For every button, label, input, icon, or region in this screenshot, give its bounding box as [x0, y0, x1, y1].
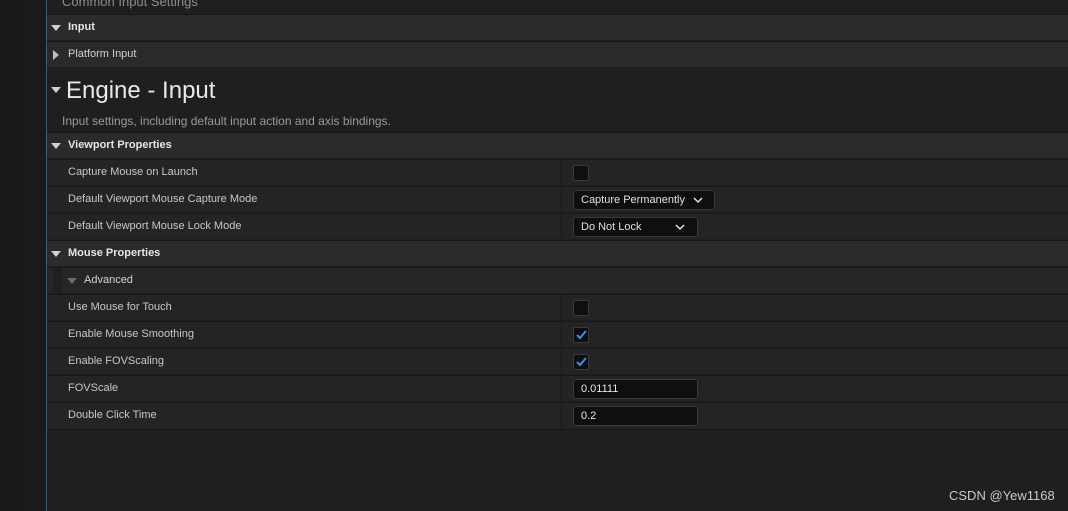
- fov-scale-value: 0.01111: [581, 383, 619, 395]
- checkmark-icon: [576, 357, 587, 367]
- property-row-use-mouse-for-touch: Use Mouse for Touch: [47, 294, 1068, 321]
- column-divider[interactable]: [561, 214, 562, 240]
- viewport-properties-label: Viewport Properties: [68, 139, 172, 151]
- property-label: Enable FOVScaling: [68, 355, 164, 367]
- column-divider[interactable]: [561, 187, 562, 213]
- column-divider[interactable]: [561, 322, 562, 348]
- column-divider[interactable]: [561, 376, 562, 402]
- property-row-fov-scale: FOVScale 0.01111: [47, 375, 1068, 402]
- section-input[interactable]: Input: [47, 14, 1068, 40]
- property-label: Enable Mouse Smoothing: [68, 328, 194, 340]
- column-divider[interactable]: [561, 295, 562, 321]
- mouse-properties-label: Mouse Properties: [68, 247, 161, 259]
- property-row-lock-mode: Default Viewport Mouse Lock Mode Do Not …: [47, 213, 1068, 240]
- use-mouse-for-touch-checkbox[interactable]: [573, 300, 589, 316]
- capture-mode-value: Capture Permanently: [581, 194, 685, 206]
- double-click-time-value: 0.2: [581, 410, 597, 422]
- property-label: Double Click Time: [68, 409, 157, 421]
- common-input-settings-title: Common Input Settings: [62, 0, 198, 9]
- column-divider[interactable]: [561, 349, 562, 375]
- fov-scale-input[interactable]: 0.01111: [573, 379, 698, 399]
- capture-mode-dropdown[interactable]: Capture Permanently: [573, 190, 715, 210]
- checkmark-icon: [576, 330, 587, 340]
- property-row-enable-mouse-smoothing: Enable Mouse Smoothing: [47, 321, 1068, 348]
- section-viewport-properties[interactable]: Viewport Properties: [47, 132, 1068, 158]
- column-divider[interactable]: [561, 403, 562, 429]
- property-label: FOVScale: [68, 382, 119, 394]
- lock-mode-dropdown[interactable]: Do Not Lock: [573, 217, 698, 237]
- collapse-arrow-icon[interactable]: [51, 87, 61, 93]
- property-label: Default Viewport Mouse Capture Mode: [68, 193, 258, 205]
- property-row-capture-mouse-on-launch: Capture Mouse on Launch: [47, 159, 1068, 186]
- property-row-capture-mode: Default Viewport Mouse Capture Mode Capt…: [47, 186, 1068, 213]
- indent-bar: [53, 268, 62, 294]
- engine-input-title: Engine - Input: [66, 77, 216, 104]
- section-mouse-properties[interactable]: Mouse Properties: [47, 240, 1068, 266]
- enable-mouse-smoothing-checkbox[interactable]: [573, 327, 589, 343]
- chevron-down-icon: [675, 224, 685, 231]
- lock-mode-value: Do Not Lock: [581, 221, 642, 233]
- expand-arrow-icon[interactable]: [53, 50, 59, 60]
- enable-fov-scaling-checkbox[interactable]: [573, 354, 589, 370]
- section-platform-input-label: Platform Input: [68, 48, 137, 60]
- property-label: Default Viewport Mouse Lock Mode: [68, 220, 242, 232]
- watermark: CSDN @Yew1168: [949, 488, 1055, 503]
- capture-mouse-on-launch-checkbox[interactable]: [573, 165, 589, 181]
- group-advanced[interactable]: Advanced: [47, 267, 1068, 294]
- collapse-arrow-icon[interactable]: [51, 143, 61, 149]
- advanced-label: Advanced: [84, 274, 133, 286]
- chevron-down-icon: [693, 197, 703, 204]
- property-row-enable-fov-scaling: Enable FOVScaling: [47, 348, 1068, 375]
- collapse-arrow-icon[interactable]: [51, 251, 61, 257]
- property-row-double-click-time: Double Click Time 0.2: [47, 402, 1068, 430]
- left-gap: [22, 0, 46, 511]
- section-platform-input[interactable]: Platform Input: [47, 41, 1068, 67]
- double-click-time-input[interactable]: 0.2: [573, 406, 698, 426]
- collapse-arrow-icon[interactable]: [67, 278, 77, 284]
- section-input-label: Input: [68, 21, 95, 33]
- left-rail: [0, 0, 22, 511]
- property-label: Capture Mouse on Launch: [68, 166, 198, 178]
- settings-panel: Common Input Settings Input Platform Inp…: [47, 0, 1068, 511]
- column-divider[interactable]: [561, 160, 562, 186]
- collapse-arrow-icon[interactable]: [51, 25, 61, 31]
- engine-input-description: Input settings, including default input …: [62, 114, 391, 128]
- property-label: Use Mouse for Touch: [68, 301, 172, 313]
